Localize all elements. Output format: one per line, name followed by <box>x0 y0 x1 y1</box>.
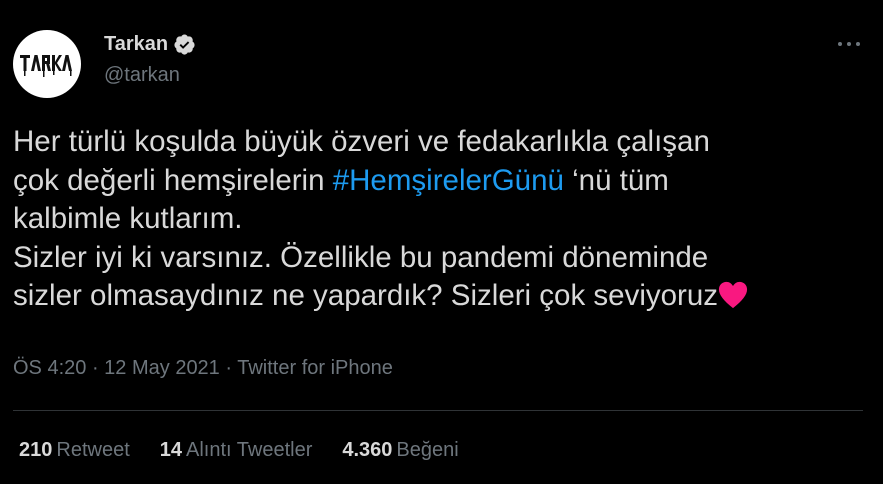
verified-badge-icon <box>174 34 195 55</box>
retweets-stat[interactable]: 210 Retweet <box>19 439 130 462</box>
tweet-stats: 210 Retweet 14 Alıntı Tweetler 4.360 Beğeni <box>19 439 459 462</box>
tweet-source[interactable]: Twitter for iPhone <box>237 357 393 379</box>
meta-separator: · <box>219 357 238 379</box>
tweet-text-line-4: Sizler iyi ki varsınız. Özellikle bu pan… <box>13 240 709 274</box>
author-handle[interactable]: @tarkan <box>104 64 180 87</box>
tweet-text-line-1: Her türlü koşulda büyük özveri ve fedaka… <box>13 125 710 158</box>
tweet-card: Tarkan @tarkan Her türlü koşulda büyük ö… <box>0 0 883 484</box>
meta-separator: · <box>86 357 105 379</box>
retweets-label: Retweet <box>56 439 130 461</box>
divider <box>13 410 863 411</box>
tarkan-logo-icon <box>20 55 72 77</box>
tweet-date[interactable]: 12 May 2021 <box>104 357 220 379</box>
tweet-text-line-3: kalbimle kutlarım. <box>13 202 243 235</box>
likes-label: Beğeni <box>396 439 459 461</box>
quotes-stat[interactable]: 14 Alıntı Tweetler <box>160 439 313 462</box>
hashtag-link[interactable]: #HemşirelerGünü <box>333 164 564 197</box>
tweet-text-line-5: sizler olmasaydınız ne yapardık? Sizleri… <box>13 279 719 312</box>
red-heart-icon <box>718 281 748 309</box>
retweets-count: 210 <box>19 439 53 461</box>
tweet-time[interactable]: ÖS 4:20 <box>13 357 86 379</box>
tweet-text-line-2-end: ‘nü tüm <box>563 163 669 197</box>
quotes-label: Alıntı Tweetler <box>186 439 313 461</box>
quotes-count: 14 <box>159 439 182 461</box>
avatar[interactable] <box>13 30 81 98</box>
more-options-button[interactable] <box>832 33 866 55</box>
likes-count: 4.360 <box>342 439 393 461</box>
tweet-meta: ÖS 4:20 · 12 May 2021 · Twitter for iPho… <box>13 357 393 380</box>
tweet-text-line-2-start: çok değerli hemşirelerin <box>13 163 333 197</box>
display-name[interactable]: Tarkan <box>104 33 168 56</box>
likes-stat[interactable]: 4.360 Beğeni <box>342 439 458 462</box>
author-name-row[interactable]: Tarkan <box>104 33 196 56</box>
more-dots-icon <box>838 42 860 46</box>
tweet-text: Her türlü koşulda büyük özveri ve fedaka… <box>13 123 873 316</box>
